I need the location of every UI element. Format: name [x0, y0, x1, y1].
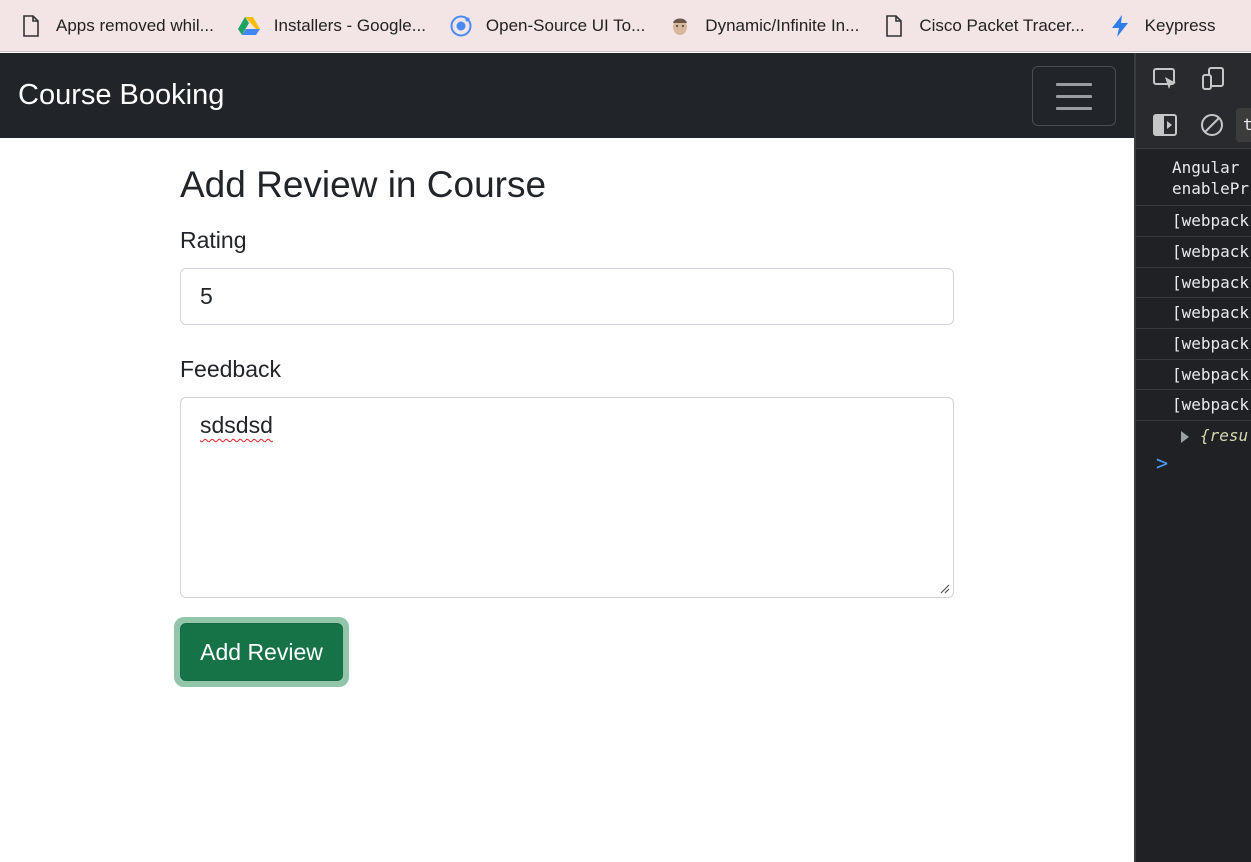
console-result-entry[interactable]: {resu [1136, 421, 1251, 451]
bookmark-label: Installers - Google... [273, 15, 426, 35]
bookmark-item[interactable]: Cisco Packet Tracer... [883, 14, 1085, 37]
console-log-entry: [webpack [1136, 360, 1251, 390]
bookmark-label: Keypress [1144, 15, 1216, 35]
navbar-toggler-button[interactable] [1032, 66, 1116, 126]
bookmark-label: Dynamic/Infinite In... [705, 15, 860, 35]
console-log-entry: [webpack [1136, 298, 1251, 329]
bookmark-label: Apps removed whil... [56, 15, 214, 35]
devtools-panel: te Angular enablePr [webpack [webpack [w… [1134, 53, 1251, 862]
ionic-icon [450, 15, 472, 37]
feedback-label: Feedback [180, 356, 282, 382]
console-log-entry: [webpack [1136, 268, 1251, 298]
page-title: Add Review in Course [180, 164, 547, 205]
page-icon [883, 14, 905, 37]
page-icon [20, 14, 42, 37]
console-log-entry: [webpack [1136, 390, 1251, 421]
console-filter-input[interactable]: te [1236, 108, 1251, 142]
bolt-icon [1109, 14, 1131, 37]
feedback-textarea[interactable]: sdsdsd [180, 397, 954, 598]
console-log-entry: [webpack [1136, 329, 1251, 360]
bookmarks-bar: Apps removed whil... Installers - Google… [0, 0, 1251, 52]
hamburger-icon [1056, 82, 1092, 86]
bookmark-item[interactable]: Open-Source UI To... [450, 15, 645, 37]
rating-input[interactable]: 5 [180, 268, 954, 325]
app-viewport: Course Booking Add Review in Course Rati… [0, 53, 1134, 862]
rating-value: 5 [200, 283, 213, 309]
console-log-entry: [webpack [1136, 237, 1251, 268]
devtools-toolbar [1136, 53, 1251, 101]
bookmark-item[interactable]: Apps removed whil... [20, 14, 214, 37]
device-toolbar-icon[interactable] [1200, 66, 1226, 92]
clear-console-icon[interactable] [1199, 112, 1225, 138]
console-log-entry: Angular enablePr [1136, 153, 1251, 206]
bookmark-item[interactable]: Dynamic/Infinite In... [669, 15, 859, 37]
console-prompt-icon[interactable]: > [1156, 451, 1168, 475]
navbar: Course Booking [0, 53, 1134, 138]
console-log-entry: [webpack [1136, 206, 1251, 237]
sidebar-toggle-icon[interactable] [1152, 112, 1178, 138]
add-review-button[interactable]: Add Review [180, 623, 343, 681]
resize-handle-icon[interactable] [938, 582, 950, 594]
bookmark-label: Open-Source UI To... [485, 15, 646, 35]
inspect-element-icon[interactable] [1152, 66, 1178, 92]
google-drive-icon [237, 15, 260, 37]
navbar-brand[interactable]: Course Booking [18, 79, 224, 112]
avatar-icon [669, 15, 691, 37]
bookmark-label: Cisco Packet Tracer... [919, 15, 1085, 35]
feedback-value: sdsdsd [200, 412, 273, 438]
rating-label: Rating [180, 227, 247, 253]
console-toolbar: te [1136, 101, 1251, 149]
bookmark-item[interactable]: Installers - Google... [237, 15, 426, 37]
bookmark-item[interactable]: Keypress [1109, 14, 1216, 37]
expand-triangle-icon[interactable] [1180, 431, 1190, 443]
